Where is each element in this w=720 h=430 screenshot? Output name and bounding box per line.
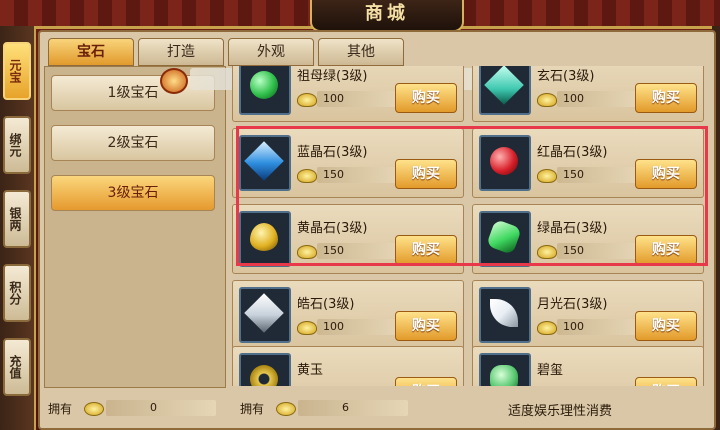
health-notice: 适度娱乐理性消费 [508,404,613,419]
gem-icon [486,219,522,255]
gem-icon [244,293,284,333]
buy-button[interactable]: 购买 [395,235,457,265]
own-value-bar [106,400,216,416]
gold-ingot-icon [297,245,317,259]
gem-icon [490,299,518,327]
gem-icon [250,223,278,251]
window-title: 商城 [310,0,464,32]
tab-gems[interactable]: 宝石 [48,38,134,66]
item-price: 150 [323,244,344,257]
item-card: 皓石(3级) 100 购买 [232,280,464,350]
gold-ingot-icon [537,245,557,259]
gem-icon [250,365,278,386]
gem-icon [484,66,524,105]
gem-icon [244,141,284,181]
item-name: 月光石(3级) [537,297,608,312]
item-name: 黄玉 [297,363,324,378]
item-card: 绿晶石(3级) 150 购买 [472,204,704,274]
item-card: 黄晶石(3级) 150 购买 [232,204,464,274]
item-grid: 祖母绿(3级) 100 购买 玄石(3级) 100 购买 蓝晶石(3级) 150… [232,66,708,386]
category-list: 1级宝石 2级宝石 3级宝石 [44,66,226,388]
footer-bar: 拥有 0 拥有 6 适度娱乐理性消费 [40,394,710,424]
own-value: 6 [342,401,349,414]
buy-button[interactable]: 购买 [635,159,697,189]
tab-other[interactable]: 其他 [318,38,404,66]
item-price: 150 [323,168,344,181]
gem-icon [490,365,518,386]
item-icon-box [239,66,291,115]
item-price: 150 [563,244,584,257]
gold-ingot-icon [297,321,317,335]
buy-button[interactable]: 购买 [635,83,697,113]
tab-forge[interactable]: 打造 [138,38,224,66]
buy-button[interactable]: 购买 [635,235,697,265]
own-value: 0 [150,401,157,414]
side-tab-yinliang[interactable]: 银两 [3,190,31,248]
item-icon-box [239,211,291,267]
item-icon-box [239,287,291,343]
item-name: 红晶石(3级) [537,145,608,160]
category-level2-gems[interactable]: 2级宝石 [51,125,215,161]
item-price: 100 [323,92,344,105]
item-icon-box [479,211,531,267]
item-card: 蓝晶石(3级) 150 购买 [232,128,464,198]
item-icon-box [239,353,291,386]
gold-ingot-icon [537,93,557,107]
gold-ingot-icon [84,402,104,416]
item-name: 绿晶石(3级) [537,221,608,236]
item-name: 皓石(3级) [297,297,355,312]
buy-button[interactable]: 购买 [395,83,457,113]
item-price: 100 [563,320,584,333]
side-tab-bangyuan[interactable]: 绑元 [3,116,31,174]
announcement-horn-icon[interactable] [160,68,188,94]
item-card: 黄玉 购买 [232,346,464,386]
item-card: 红晶石(3级) 150 购买 [472,128,704,198]
item-price: 150 [563,168,584,181]
item-name: 黄晶石(3级) [297,221,368,236]
item-name: 祖母绿(3级) [297,69,368,84]
item-card: 碧玺 购买 [472,346,704,386]
tab-appearance[interactable]: 外观 [228,38,314,66]
item-name: 碧玺 [537,363,564,378]
item-name: 玄石(3级) [537,69,595,84]
buy-button[interactable]: 购买 [395,159,457,189]
own-label: 拥有 [240,402,265,416]
item-card: 祖母绿(3级) 100 购买 [232,66,464,122]
item-card: 月光石(3级) 100 购买 [472,280,704,350]
gold-ingot-icon [537,321,557,335]
currency-sidebar: 元宝 绑元 银两 积分 充值 [0,26,36,430]
buy-button[interactable]: 购买 [395,311,457,341]
side-tab-chongzhi[interactable]: 充值 [3,338,31,396]
buy-button[interactable]: 购买 [395,377,457,386]
bound-ingot-icon [276,402,296,416]
item-icon-box [479,287,531,343]
gem-icon [250,71,278,99]
item-name: 蓝晶石(3级) [297,145,368,160]
item-card: 玄石(3级) 100 购买 [472,66,704,122]
own-label: 拥有 [48,402,73,416]
buy-button[interactable]: 购买 [635,311,697,341]
own-value-bar [298,400,408,416]
gold-ingot-icon [297,169,317,183]
side-tab-jifen[interactable]: 积分 [3,264,31,322]
gold-ingot-icon [537,169,557,183]
gold-ingot-icon [297,93,317,107]
item-icon-box [479,353,531,386]
item-icon-box [479,135,531,191]
item-icon-box [479,66,531,115]
item-price: 100 [563,92,584,105]
gem-icon [490,147,518,175]
side-tab-yuanbao[interactable]: 元宝 [3,42,31,100]
buy-button[interactable]: 购买 [635,377,697,386]
item-price: 100 [323,320,344,333]
category-level3-gems[interactable]: 3级宝石 [51,175,215,211]
item-icon-box [239,135,291,191]
